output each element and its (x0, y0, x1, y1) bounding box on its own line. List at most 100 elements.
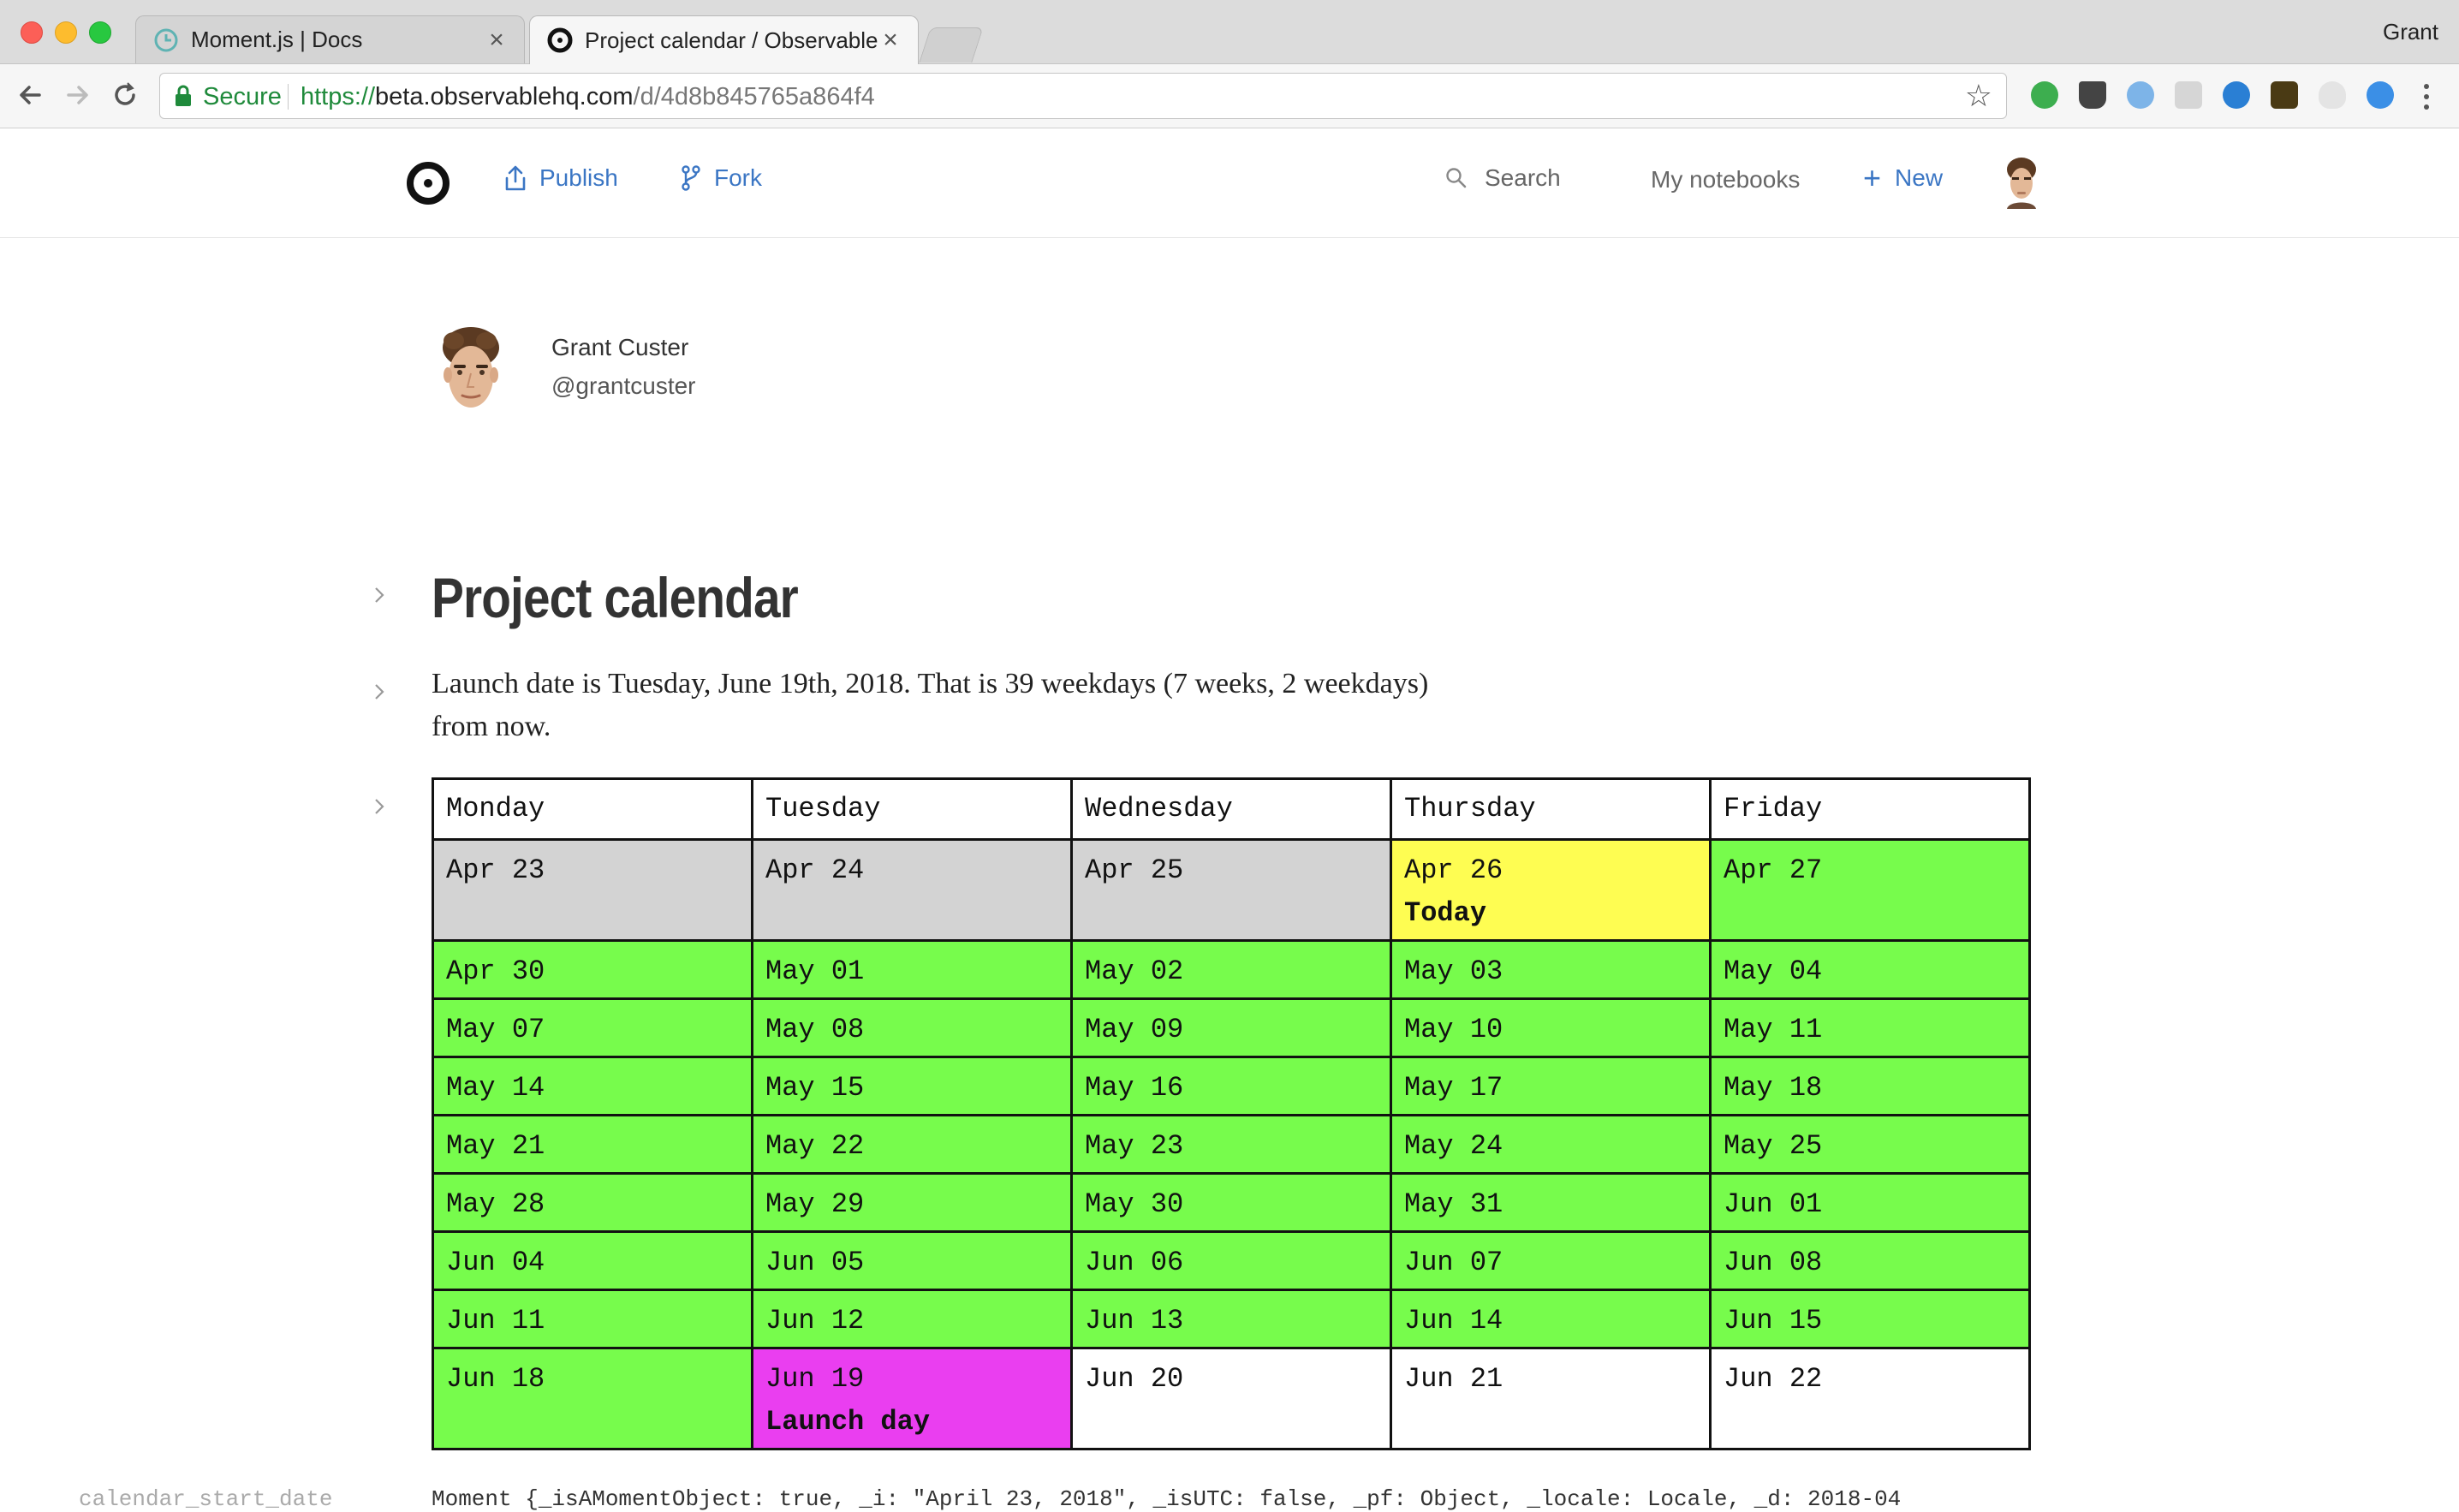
day-date: May 31 (1404, 1188, 1503, 1220)
calendar-week-row: Jun 18 Jun 19 Launch day Jun 20 Jun 21 Jun 22 (432, 1347, 2031, 1450)
extension-k-icon[interactable] (2271, 81, 2298, 109)
calendar-day-cell: May 17 (1390, 1056, 1712, 1116)
cell-chevron-right-icon[interactable] (370, 795, 389, 818)
day-date: Jun 18 (446, 1363, 545, 1395)
cell-chevron-right-icon[interactable] (370, 584, 389, 606)
user-avatar[interactable] (2000, 154, 2043, 209)
calendar-day-cell: Jun 14 (1390, 1289, 1712, 1349)
calendar-day-cell: May 02 (1070, 939, 1392, 1000)
calendar-week-row: May 21 May 22 May 23 May 24 May 25 (432, 1114, 2031, 1175)
day-date: May 22 (765, 1130, 865, 1162)
author-handle[interactable]: @grantcuster (551, 372, 696, 400)
day-date: May 17 (1404, 1072, 1503, 1104)
extension-green-icon[interactable] (2031, 81, 2058, 109)
cell-name-label[interactable]: calendar_start_date (79, 1486, 332, 1512)
cell-value-text[interactable]: Moment {_isAMomentObject: true, _i: "Apr… (432, 1486, 1901, 1512)
close-tab-icon[interactable]: × (486, 26, 507, 55)
day-date: May 16 (1085, 1072, 1184, 1104)
calendar-day-cell: May 21 (432, 1114, 753, 1175)
calendar-day-cell: Jun 11 (432, 1289, 753, 1349)
my-notebooks-link[interactable]: My notebooks (1651, 166, 1800, 193)
tab-title: Project calendar / Observable (585, 27, 878, 53)
calendar-day-cell: Apr 30 (432, 939, 753, 1000)
day-date: Apr 26 (1404, 854, 1503, 886)
author-avatar[interactable] (428, 322, 514, 425)
day-date: Apr 24 (765, 854, 865, 886)
cell-chevron-right-icon[interactable] (370, 681, 389, 703)
calendar-week-row: May 14 May 15 May 16 May 17 May 18 (432, 1056, 2031, 1116)
day-date: Jun 11 (446, 1305, 545, 1336)
day-date: Apr 25 (1085, 854, 1184, 886)
browser-tab-bar: Moment.js | Docs × Project calendar / Ob… (0, 0, 2459, 64)
calendar-day-cell: Jun 12 (751, 1289, 1073, 1349)
calendar-day-cell: May 24 (1390, 1114, 1712, 1175)
day-date: Jun 21 (1404, 1363, 1503, 1395)
maximize-window-button[interactable] (89, 21, 111, 44)
calendar-day-cell: May 03 (1390, 939, 1712, 1000)
calendar-day-cell: May 01 (751, 939, 1073, 1000)
new-notebook-button[interactable]: + New (1863, 163, 1944, 193)
day-date: Jun 04 (446, 1247, 545, 1278)
fork-button[interactable]: Fork (680, 164, 762, 192)
back-arrow-icon[interactable] (14, 78, 48, 112)
new-tab-button[interactable] (919, 27, 984, 63)
day-date: Jun 15 (1724, 1305, 1823, 1336)
browser-tab-momentjs[interactable]: Moment.js | Docs × (135, 15, 525, 63)
calendar-day-cell: May 16 (1070, 1056, 1392, 1116)
url-path: /d/4d8b845765a864f4 (633, 83, 875, 110)
browser-menu-icon[interactable] (2420, 80, 2433, 114)
lock-icon (176, 85, 191, 106)
publish-button[interactable]: Publish (503, 164, 618, 192)
day-date: May 01 (765, 955, 865, 987)
day-date: Jun 20 (1085, 1363, 1184, 1395)
calendar-body: Apr 23 Apr 24 Apr 25 Apr 26 Today Apr 27 Apr 3… (432, 838, 2031, 1450)
new-label: New (1895, 164, 1944, 191)
extension-circle-icon[interactable] (2223, 81, 2250, 109)
calendar-week-row: Apr 23 Apr 24 Apr 25 Apr 26 Today Apr 27 (432, 838, 2031, 942)
upload-icon (505, 165, 526, 191)
observable-logo-icon[interactable] (406, 161, 450, 205)
day-date: May 10 (1404, 1014, 1503, 1045)
minimize-window-button[interactable] (55, 21, 77, 44)
author-name[interactable]: Grant Custer (551, 334, 688, 361)
day-date: May 24 (1404, 1130, 1503, 1162)
day-date: May 14 (446, 1072, 545, 1104)
close-window-button[interactable] (21, 21, 43, 44)
calendar-day-cell: May 08 (751, 997, 1073, 1058)
forward-arrow-icon[interactable] (60, 78, 94, 112)
address-bar[interactable]: Secure https://beta.observablehq.com/d/4… (159, 73, 2007, 119)
calendar-day-cell: May 25 (1709, 1114, 2031, 1175)
calendar-day-cell: Jun 15 (1709, 1289, 2031, 1349)
extension-camera-icon[interactable] (2079, 81, 2106, 109)
extension-r-icon[interactable] (2175, 81, 2202, 109)
search-icon (1446, 168, 1467, 188)
browser-profile-name[interactable]: Grant (2383, 19, 2438, 45)
calendar-day-cell: May 15 (751, 1056, 1073, 1116)
calendar-day-cell: May 10 (1390, 997, 1712, 1058)
calendar-day-cell: May 23 (1070, 1114, 1392, 1175)
day-date: May 21 (446, 1130, 545, 1162)
search-button[interactable]: Search (1445, 164, 1561, 192)
bookmark-star-icon[interactable]: ☆ (1965, 79, 1992, 113)
tab-title: Moment.js | Docs (191, 27, 363, 52)
fork-label: Fork (714, 164, 762, 191)
extension-shield-icon[interactable] (2319, 81, 2346, 109)
url-scheme: https:// (301, 83, 376, 110)
day-date: Jun 13 (1085, 1305, 1184, 1336)
browser-tab-observable[interactable]: Project calendar / Observable × (529, 15, 919, 64)
day-date: May 03 (1404, 955, 1503, 987)
app-header: Publish Fork Search My notebooks + New (0, 128, 2459, 238)
close-tab-icon[interactable]: × (880, 26, 901, 55)
extension-bird-icon[interactable] (2127, 81, 2154, 109)
day-date: May 15 (765, 1072, 865, 1104)
calendar-day-cell: Jun 01 (1709, 1172, 2031, 1233)
calendar-day-cell: Jun 05 (751, 1230, 1073, 1291)
day-date: May 30 (1085, 1188, 1184, 1220)
weekday-header: Tuesday (751, 777, 1073, 841)
calendar-day-cell: May 31 (1390, 1172, 1712, 1233)
calendar-week-row: Jun 04 Jun 05 Jun 06 Jun 07 Jun 08 (432, 1230, 2031, 1291)
calendar-day-cell: Apr 27 (1709, 838, 2031, 942)
reload-icon[interactable] (108, 78, 142, 112)
launch-description: Launch date is Tuesday, June 19th, 2018.… (432, 668, 1429, 742)
extension-blue-icon[interactable] (2367, 81, 2394, 109)
